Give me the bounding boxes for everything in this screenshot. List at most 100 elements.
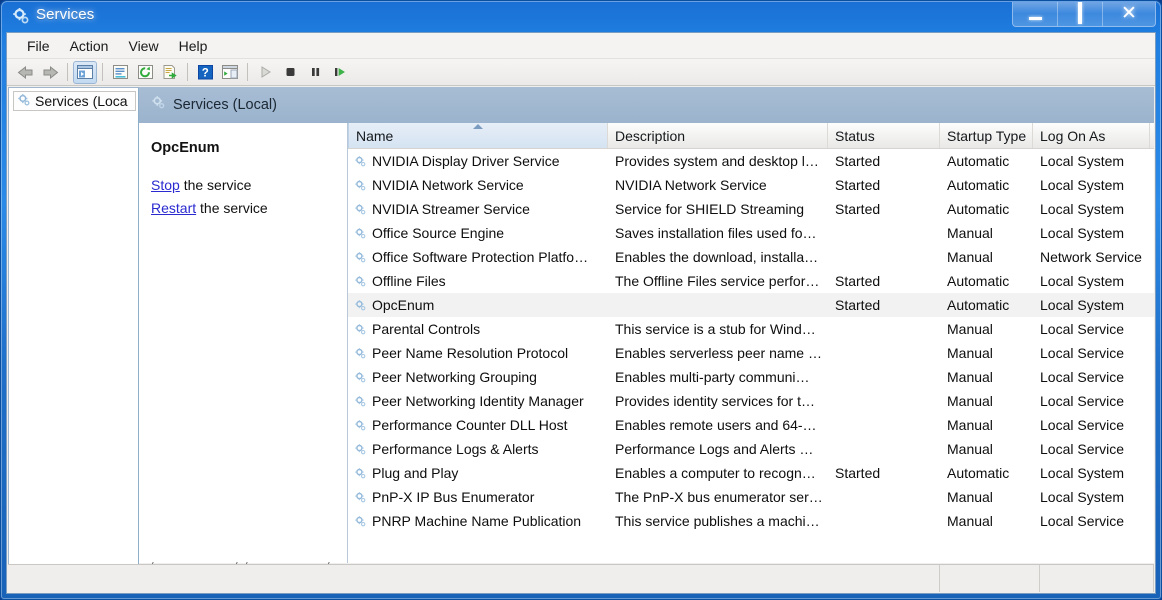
column-header-status[interactable]: Status xyxy=(828,123,940,148)
start-service-icon[interactable] xyxy=(253,61,277,84)
banner-label: Services (Local) xyxy=(173,97,277,113)
cell-text: Performance Logs and Alerts … xyxy=(615,441,814,457)
cell-text: Parental Controls xyxy=(372,321,481,337)
services-list-row[interactable]: Peer Networking Grouping Enables multi-pa… xyxy=(348,365,1154,389)
cell-startup-type: Automatic xyxy=(940,153,1033,169)
maximize-button[interactable] xyxy=(1058,2,1103,26)
cell-description: NVIDIA Network Service xyxy=(608,177,828,193)
stop-service-link[interactable]: Stop xyxy=(151,177,180,193)
column-header-startup-type[interactable]: Startup Type xyxy=(940,123,1033,148)
status-bar xyxy=(8,564,1154,592)
cell-text: Peer Networking Identity Manager xyxy=(372,393,584,409)
cell-log-on-as: Local Service xyxy=(1033,321,1150,337)
cell-startup-type: Manual xyxy=(940,393,1033,409)
cell-startup-type: Automatic xyxy=(940,177,1033,193)
services-list-row[interactable]: Peer Name Resolution Protocol Enables ser… xyxy=(348,341,1154,365)
cell-name: Office Source Engine xyxy=(348,225,608,241)
service-gear-icon xyxy=(354,227,367,240)
cell-name: Peer Name Resolution Protocol xyxy=(348,345,608,361)
service-details-panel: OpcEnum Stop the service Restart the ser… xyxy=(139,123,347,563)
cell-text: Manual xyxy=(947,417,993,433)
cell-description: Saves installation files used fo… xyxy=(608,225,828,241)
services-list-row[interactable]: Offline Files The Offline Files service p… xyxy=(348,269,1154,293)
service-gear-icon xyxy=(354,155,367,168)
cell-name: Peer Networking Identity Manager xyxy=(348,393,608,409)
cell-text: NVIDIA Display Driver Service xyxy=(372,153,560,169)
export-list-icon[interactable] xyxy=(158,61,182,84)
service-gear-icon xyxy=(354,395,367,408)
cell-text: Local Service xyxy=(1040,369,1125,385)
services-list-row[interactable]: Office Software Protection Platfo… Enable… xyxy=(348,245,1154,269)
cell-name: NVIDIA Display Driver Service xyxy=(348,153,608,169)
refresh-icon[interactable] xyxy=(133,61,157,84)
services-list-row[interactable]: Parental Controls This service is a stub … xyxy=(348,317,1154,341)
show-action-pane-icon[interactable] xyxy=(218,61,242,84)
services-list-row[interactable]: Office Source Engine Saves installation f… xyxy=(348,221,1154,245)
back-icon[interactable] xyxy=(13,61,37,84)
properties-icon[interactable] xyxy=(108,61,132,84)
cell-text: Started xyxy=(835,201,881,217)
cell-log-on-as: Local Service xyxy=(1033,513,1150,529)
cell-name: Performance Logs & Alerts xyxy=(348,441,608,457)
column-header-description[interactable]: Description xyxy=(608,123,828,148)
cell-startup-type: Automatic xyxy=(940,465,1033,481)
cell-startup-type: Manual xyxy=(940,417,1033,433)
toolbar-separator xyxy=(247,63,248,81)
status-segment-main xyxy=(8,565,940,592)
restart-service-icon[interactable] xyxy=(328,61,352,84)
services-list-row[interactable]: Plug and Play Enables a computer to recog… xyxy=(348,461,1154,485)
services-list-row[interactable]: Performance Counter DLL Host Enables remo… xyxy=(348,413,1154,437)
services-list-row[interactable]: NVIDIA Display Driver Service Provides sy… xyxy=(348,149,1154,173)
show-hide-console-tree-icon[interactable] xyxy=(73,60,97,84)
cell-name: NVIDIA Network Service xyxy=(348,177,608,193)
cell-startup-type: Automatic xyxy=(940,297,1033,313)
services-list-row[interactable]: Peer Networking Identity Manager Provides… xyxy=(348,389,1154,413)
minimize-button[interactable] xyxy=(1013,2,1058,26)
cell-text: Peer Networking Grouping xyxy=(372,369,537,385)
services-list-row[interactable]: OpcEnum Started Automatic Local System xyxy=(348,293,1154,317)
services-list-row[interactable]: NVIDIA Network Service NVIDIA Network Ser… xyxy=(348,173,1154,197)
cell-text: Local Service xyxy=(1040,441,1125,457)
menu-view[interactable]: View xyxy=(118,35,168,57)
cell-text: This service is a stub for Wind… xyxy=(615,321,816,337)
cell-text: Performance Logs & Alerts xyxy=(372,441,539,457)
column-header-name[interactable]: Name xyxy=(348,123,608,148)
forward-icon[interactable] xyxy=(38,61,62,84)
cell-description: Service for SHIELD Streaming xyxy=(608,201,828,217)
cell-text: Local System xyxy=(1040,489,1125,505)
cell-log-on-as: Local Service xyxy=(1033,369,1150,385)
cell-text: Local Service xyxy=(1040,321,1125,337)
cell-status: Started xyxy=(828,177,940,193)
cell-name: OpcEnum xyxy=(348,297,608,313)
services-list-row[interactable]: Performance Logs & Alerts Performance Log… xyxy=(348,437,1154,461)
stop-service-icon[interactable] xyxy=(278,61,302,84)
close-button[interactable]: ✕ xyxy=(1103,2,1155,26)
tree-item-services-local[interactable]: Services (Loca xyxy=(13,91,136,111)
cell-text: PnP-X IP Bus Enumerator xyxy=(372,489,535,505)
services-list-row[interactable]: PnP-X IP Bus Enumerator The PnP-X bus enu… xyxy=(348,485,1154,509)
pause-service-icon[interactable] xyxy=(303,61,327,84)
services-list: Name Description Status Startup Type Log On … xyxy=(347,123,1154,563)
cell-text: Started xyxy=(835,177,881,193)
service-gear-icon xyxy=(354,467,367,480)
services-list-row[interactable]: PNRP Machine Name Publication This servic… xyxy=(348,509,1154,533)
status-segment-middle xyxy=(940,565,1040,592)
menu-file[interactable]: File xyxy=(17,35,60,57)
cell-text: Manual xyxy=(947,441,993,457)
services-list-row[interactable]: NVIDIA Streamer Service Service for SHIEL… xyxy=(348,197,1154,221)
cell-text: OpcEnum xyxy=(372,297,435,313)
help-icon[interactable]: ? xyxy=(193,61,217,84)
cell-text: Local Service xyxy=(1040,345,1125,361)
service-gear-icon xyxy=(354,203,367,216)
cell-text: Manual xyxy=(947,369,993,385)
restart-service-link[interactable]: Restart xyxy=(151,200,196,216)
menu-action[interactable]: Action xyxy=(60,35,119,57)
column-header-log-on-as[interactable]: Log On As xyxy=(1033,123,1150,148)
menu-help[interactable]: Help xyxy=(169,35,218,57)
cell-description: Performance Logs and Alerts … xyxy=(608,441,828,457)
cell-text: Local System xyxy=(1040,153,1125,169)
cell-text: Automatic xyxy=(947,273,1010,289)
service-gear-icon xyxy=(354,443,367,456)
cell-description: The Offline Files service perfor… xyxy=(608,273,828,289)
cell-description: Enables serverless peer name … xyxy=(608,345,828,361)
